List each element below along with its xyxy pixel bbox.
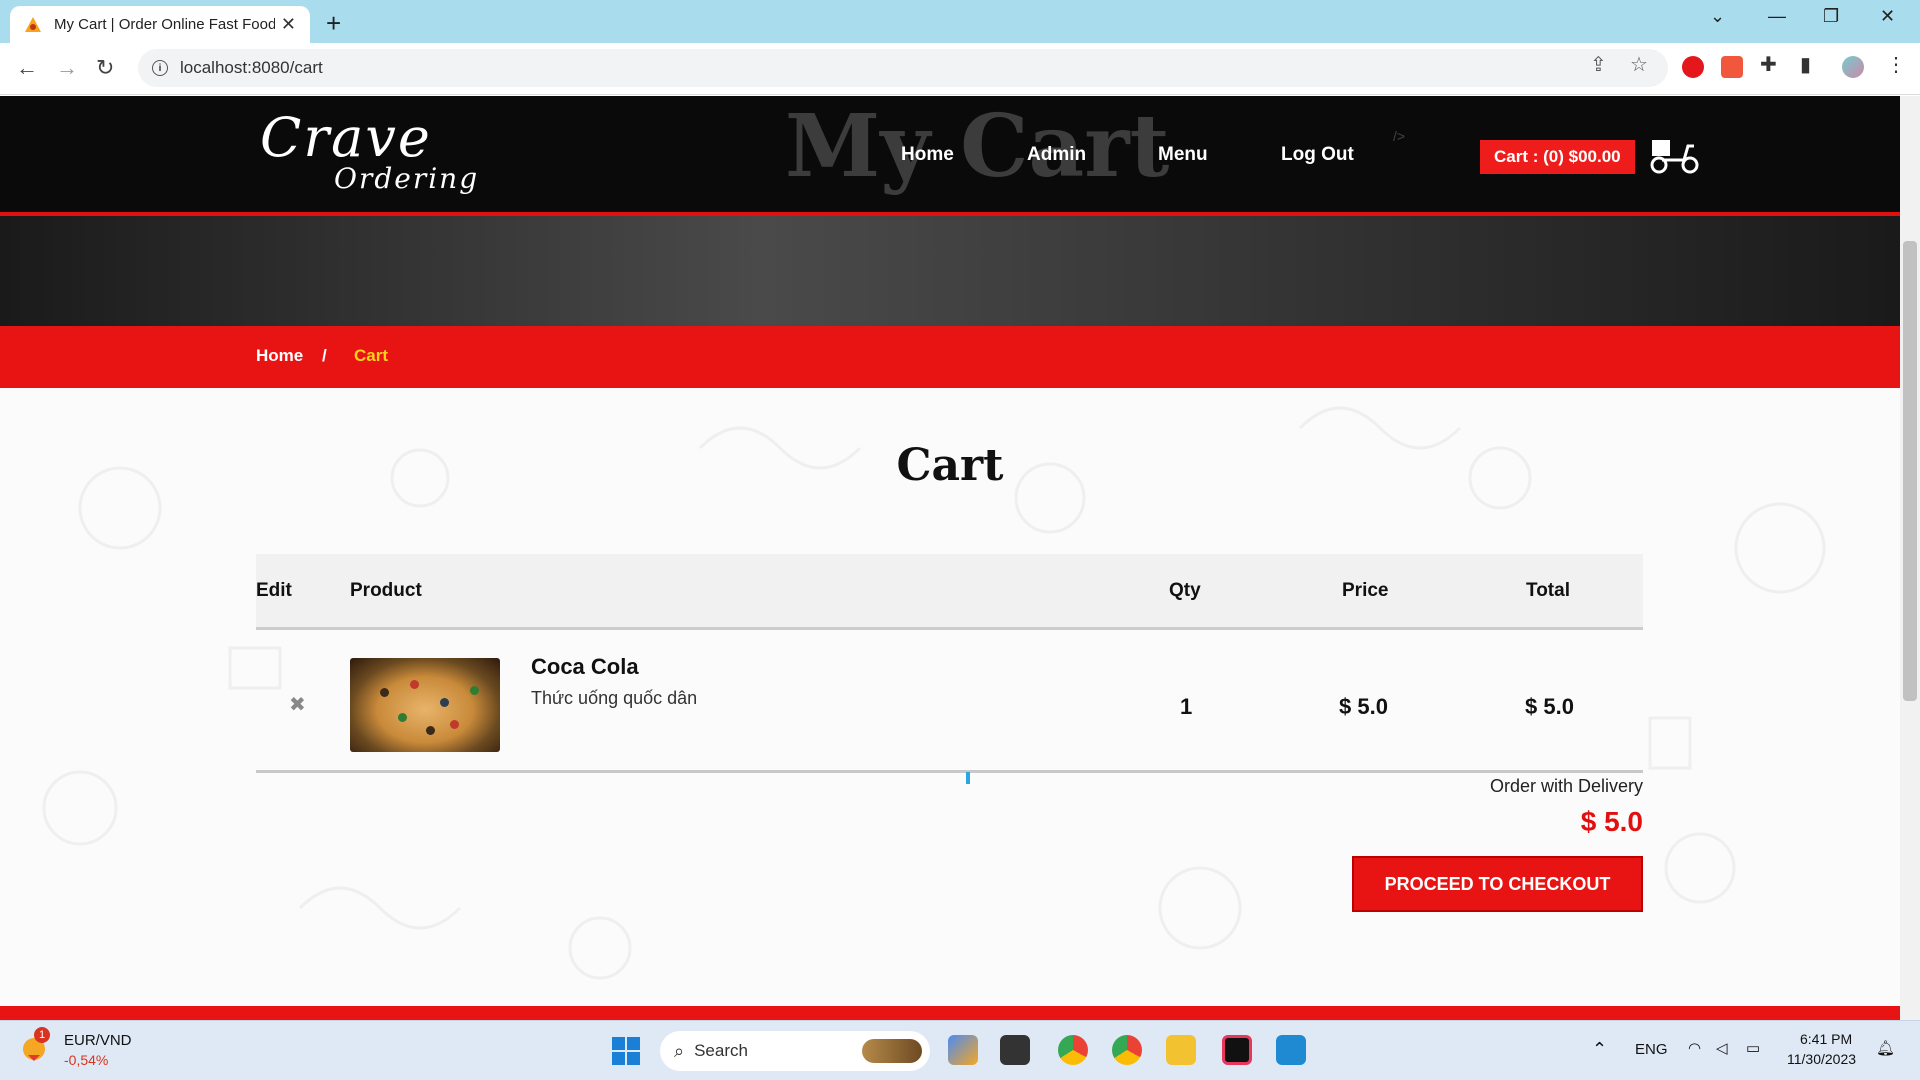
chrome-beta-icon[interactable] [1058, 1035, 1088, 1065]
tray-overflow-icon[interactable]: ⌃ [1592, 1039, 1607, 1060]
bookmark-star-icon[interactable]: ☆ [1630, 52, 1648, 77]
grand-total: $ 5.0 [1580, 806, 1643, 837]
cart-summary-button[interactable]: Cart : (0) $00.00 [1480, 140, 1635, 174]
vscode-icon[interactable] [1276, 1035, 1306, 1065]
forward-icon[interactable]: → [56, 55, 78, 81]
nav-admin[interactable]: Admin [1027, 144, 1086, 166]
product-description: Thức uống quốc dân [531, 688, 698, 708]
file-explorer-icon[interactable] [1166, 1035, 1196, 1065]
breadcrumb-current: Cart [354, 346, 389, 365]
page-title: Cart [896, 440, 1004, 491]
col-qty: Qty [1169, 580, 1201, 601]
brave-shield-icon[interactable] [1721, 56, 1743, 78]
widget-pair: EUR/VND [64, 1032, 132, 1049]
item-price: $ 5.0 [1339, 694, 1388, 719]
opera-extension-icon[interactable] [1682, 56, 1704, 78]
reload-icon[interactable]: ↻ [96, 55, 114, 81]
product-name[interactable]: Coca Cola [531, 654, 639, 680]
product-image [350, 658, 500, 752]
breadcrumb: Home / Cart [0, 326, 1900, 388]
site-favicon-icon [25, 16, 41, 32]
col-total: Total [1526, 580, 1570, 601]
cart-section: Cart Edit Product Qty Price Total ✖ Coca… [0, 388, 1900, 1020]
caret-indicator [966, 772, 970, 784]
item-qty: 1 [1180, 694, 1193, 719]
share-icon[interactable]: ⇪ [1590, 52, 1607, 77]
intellij-icon[interactable] [1222, 1035, 1252, 1065]
browser-toolbar: ← → ↻ i localhost:8080/cart ⇪ ☆ ✚ ▮ ⋮ [0, 43, 1920, 95]
chrome-icon[interactable] [1112, 1035, 1142, 1065]
logo-crave[interactable]: Crave [260, 106, 432, 169]
browser-menu-icon[interactable]: ⋮ [1886, 52, 1906, 77]
logo-ordering[interactable]: Ordering [334, 162, 479, 195]
url-text: localhost:8080/cart [180, 58, 323, 77]
row-divider [256, 770, 1643, 773]
search-placeholder: Search [694, 1041, 748, 1060]
search-icon: ⌕ [674, 1040, 685, 1061]
widget-badge: 1 [34, 1027, 50, 1043]
address-bar[interactable]: i localhost:8080/cart [138, 49, 1668, 87]
nav-menu[interactable]: Menu [1158, 144, 1208, 166]
taskbar: 1 EUR/VND -0,54% ⌕ Search ⌃ ENG ◠ ◁ ▭ 6:… [0, 1020, 1920, 1080]
cart-table-header: Edit Product Qty Price Total [256, 554, 1643, 630]
volume-icon[interactable]: ◁ [1716, 1039, 1728, 1057]
wifi-icon[interactable]: ◠ [1688, 1039, 1701, 1057]
taskbar-search[interactable]: ⌕ Search [660, 1031, 930, 1071]
windows-start-icon[interactable] [611, 1036, 641, 1066]
clock-time[interactable]: 6:41 PM [1800, 1031, 1852, 1047]
tab-search-icon[interactable]: ⌄ [1710, 6, 1725, 27]
minimize-icon[interactable]: — [1768, 6, 1786, 27]
item-total: $ 5.0 [1525, 694, 1574, 719]
restore-icon[interactable]: ❐ [1823, 6, 1839, 27]
scrollbar-thumb[interactable] [1903, 241, 1917, 701]
profile-avatar[interactable] [1842, 56, 1864, 78]
breadcrumb-separator: / [322, 346, 327, 365]
delivery-scooter-icon[interactable] [1648, 134, 1700, 174]
nav-logout[interactable]: Log Out [1281, 144, 1354, 166]
hero-banner [0, 216, 1900, 326]
widget-change: -0,54% [64, 1052, 109, 1068]
breadcrumb-home[interactable]: Home [256, 346, 303, 366]
search-highlight-icon [862, 1039, 922, 1063]
battery-icon[interactable]: ▭ [1746, 1039, 1760, 1057]
browser-tab[interactable]: My Cart | Order Online Fast Food ✕ [10, 6, 310, 43]
tab-close-icon[interactable]: ✕ [281, 14, 296, 35]
hero-ghost-title: My Cart [785, 96, 1170, 197]
back-icon[interactable]: ← [16, 55, 38, 81]
col-edit: Edit [256, 580, 292, 601]
site-info-icon[interactable]: i [152, 60, 168, 76]
nav-home[interactable]: Home [901, 144, 954, 166]
site-header: My Cart Crave Ordering Home Admin Menu L… [0, 96, 1900, 216]
code-glyph: /> [1393, 128, 1406, 144]
new-tab-icon[interactable]: + [326, 8, 341, 39]
notification-bell-icon[interactable]: 🔔︎ [1876, 1039, 1895, 1057]
footer-strip [0, 1006, 1900, 1020]
page-scrollbar[interactable] [1900, 96, 1920, 1020]
extensions-puzzle-icon[interactable]: ✚ [1760, 52, 1777, 77]
checkout-button[interactable]: PROCEED TO CHECKOUT [1352, 856, 1643, 912]
clock-date[interactable]: 11/30/2023 [1787, 1051, 1856, 1067]
window-close-icon[interactable]: ✕ [1880, 6, 1895, 27]
col-price: Price [1342, 580, 1389, 601]
browser-tab-strip: My Cart | Order Online Fast Food ✕ + ⌄ —… [0, 0, 1920, 43]
delivery-label: Order with Delivery [1489, 776, 1643, 796]
side-panel-icon[interactable]: ▮ [1800, 52, 1811, 77]
col-product: Product [350, 580, 422, 601]
tab-title: My Cart | Order Online Fast Food [54, 16, 275, 33]
copilot-icon[interactable] [948, 1035, 978, 1065]
web-page: My Cart Crave Ordering Home Admin Menu L… [0, 96, 1900, 1020]
close-icon[interactable]: ✖ [289, 692, 306, 717]
task-view-icon[interactable] [1000, 1035, 1030, 1065]
input-language[interactable]: ENG [1635, 1041, 1668, 1058]
